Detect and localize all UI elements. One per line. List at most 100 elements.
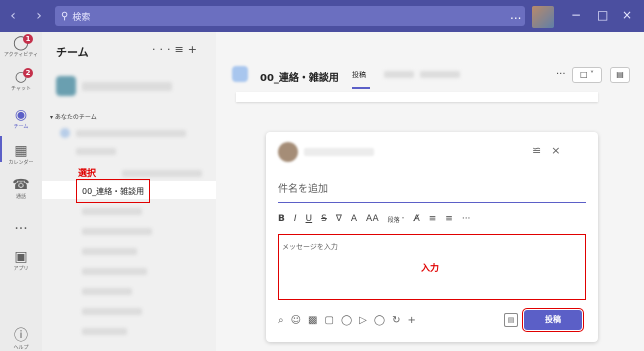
compose-header-icons: ≌×	[532, 144, 570, 157]
channel-row-blurred[interactable]	[122, 170, 202, 177]
phone-icon: ☎	[12, 177, 30, 193]
close-icon[interactable]: ×	[551, 144, 570, 157]
schedule-icon[interactable]: ↻	[392, 315, 400, 326]
gif-icon[interactable]: ▩	[308, 315, 317, 326]
rail-activity[interactable]: ◯ 1 アクティビティ	[0, 34, 42, 58]
paragraph-dropdown[interactable]: 段落 ˅	[388, 215, 405, 224]
user-avatar[interactable]	[532, 6, 554, 28]
search-input[interactable]: ⚲ 検索	[55, 6, 525, 26]
minimize-button[interactable]: −	[571, 8, 581, 22]
praise-icon[interactable]: ◯	[374, 315, 385, 326]
channel-row-blurred[interactable]	[76, 148, 116, 155]
info-button[interactable]: ▤	[610, 67, 630, 83]
add-icon[interactable]: +	[188, 43, 201, 56]
section-label-text: あなたのチーム	[54, 114, 97, 121]
video-camera-icon: □	[579, 70, 588, 79]
rail-label: アクティビティ	[3, 52, 39, 58]
settings-sliders-icon[interactable]: ≌	[532, 144, 551, 157]
format-toggle-button[interactable]: ▤	[504, 313, 518, 327]
section-label: ▾ あなたのチーム	[50, 112, 97, 121]
emoji-icon[interactable]: ☺	[291, 315, 301, 326]
send-later-icon[interactable]: ▷	[359, 315, 367, 326]
add-icon[interactable]: +	[407, 315, 415, 326]
channel-row-blurred[interactable]	[82, 208, 142, 215]
teams-panel: チーム ···≡+ ▾ あなたのチーム 選択 00_連絡・雑談用	[42, 32, 216, 351]
channel-more-icon[interactable]: ···	[556, 69, 566, 80]
strikethrough-icon[interactable]: S	[321, 214, 327, 224]
team-avatar-blurred	[56, 76, 76, 96]
compose-actions: ⌕ ☺ ▩ ▢ ◯ ▷ ◯ ↻ +	[278, 315, 416, 326]
channel-row-blurred[interactable]	[82, 268, 147, 275]
team-row-blurred[interactable]	[76, 130, 186, 137]
feed-message-strip	[236, 92, 598, 102]
numbered-list-icon[interactable]: ≡	[445, 214, 453, 224]
clear-format-icon[interactable]: A̸	[414, 214, 420, 224]
channel-row-blurred[interactable]	[82, 308, 142, 315]
app-rail: ◯ 1 アクティビティ ○ 2 チャット ◉ チーム ▦ カレンダー ☎ 通話 …	[0, 32, 42, 351]
italic-icon[interactable]: I	[294, 214, 297, 224]
channel-header: 00_連絡・雑談用 投稿 ··· □ ˅ ▤	[216, 32, 644, 92]
format-toolbar: B I U S ∇ A AA 段落 ˅ A̸ ≡ ≡ ···	[278, 212, 588, 226]
meet-button[interactable]: □ ˅	[572, 67, 602, 83]
channel-row-blurred[interactable]	[82, 248, 137, 255]
rail-label: ヘルプ	[13, 345, 29, 351]
message-placeholder: メッセージを入力	[282, 243, 338, 251]
rail-chat[interactable]: ○ 2 チャット	[0, 68, 42, 92]
rail-label: チャット	[11, 86, 31, 92]
subject-input[interactable]: 件名を追加	[278, 180, 328, 195]
title-bar: ‹ › ⚲ 検索 ... − □ ×	[0, 0, 644, 32]
close-button[interactable]: ×	[622, 8, 632, 22]
underline-icon[interactable]: U	[306, 214, 313, 224]
tab-blurred[interactable]	[420, 71, 460, 78]
channel-row-blurred[interactable]	[82, 228, 152, 235]
post-button[interactable]: 投稿	[522, 308, 584, 332]
rail-more[interactable]: ...	[0, 218, 42, 232]
chat-icon: ○	[14, 69, 28, 85]
forward-arrow-icon[interactable]: ›	[32, 8, 46, 24]
rail-label: アプリ	[13, 266, 29, 272]
subject-underline	[278, 202, 586, 203]
more-options-button[interactable]: ...	[510, 8, 521, 22]
message-input[interactable]: メッセージを入力 入力	[278, 234, 586, 300]
search-icon: ⚲	[61, 10, 69, 22]
help-icon: ⓘ	[14, 328, 28, 344]
teams-actions: ···≡+	[152, 43, 201, 56]
select-highlight-box	[76, 179, 150, 203]
loop-icon[interactable]: ◯	[341, 315, 352, 326]
compose-box: ≌× 件名を追加 B I U S ∇ A AA 段落 ˅ A̸ ≡ ≡ ··· …	[266, 132, 598, 342]
info-panel-icon: ▤	[616, 70, 624, 79]
channel-row-blurred[interactable]	[82, 328, 127, 335]
apps-icon: ▣	[14, 249, 28, 265]
maximize-button[interactable]: □	[597, 8, 608, 22]
composer-name-blurred	[304, 148, 374, 156]
more-format-icon[interactable]: ···	[462, 214, 471, 224]
rail-calls[interactable]: ☎ 通話	[0, 178, 42, 200]
attach-icon[interactable]: ⌕	[278, 315, 284, 326]
channel-row-blurred[interactable]	[82, 288, 132, 295]
filter-icon[interactable]: ≡	[175, 43, 188, 56]
tab-active-underline	[352, 87, 370, 89]
chevron-down-icon: ˅	[590, 70, 595, 79]
rail-apps[interactable]: ▣ アプリ	[0, 250, 42, 272]
sticker-icon[interactable]: ▢	[325, 315, 334, 326]
teams-title: チーム	[56, 46, 89, 59]
calendar-icon: ▦	[14, 143, 28, 159]
rail-help[interactable]: ⓘ ヘルプ	[0, 329, 42, 351]
rail-label: カレンダー	[8, 160, 34, 166]
tab-blurred[interactable]	[384, 71, 414, 78]
bell-icon: ◯	[13, 35, 29, 51]
channel-main: 00_連絡・雑談用 投稿 ··· □ ˅ ▤ ≌× 件名を追加 B I U S …	[216, 32, 644, 351]
team-name-blurred	[82, 82, 172, 91]
highlight-icon[interactable]: ∇	[336, 214, 342, 224]
rail-calendar[interactable]: ▦ カレンダー	[0, 144, 42, 166]
bullet-list-icon[interactable]: ≡	[429, 214, 437, 224]
bold-icon[interactable]: B	[278, 214, 285, 224]
chat-badge: 2	[23, 68, 33, 78]
font-size-icon[interactable]: AA	[366, 214, 379, 224]
more-icon[interactable]: ···	[152, 43, 175, 56]
channel-title: 00_連絡・雑談用	[260, 73, 339, 84]
tab-posts[interactable]: 投稿	[352, 70, 366, 80]
rail-teams[interactable]: ◉ チーム	[0, 108, 42, 130]
font-color-icon[interactable]: A	[351, 214, 357, 224]
back-arrow-icon[interactable]: ‹	[6, 8, 20, 24]
